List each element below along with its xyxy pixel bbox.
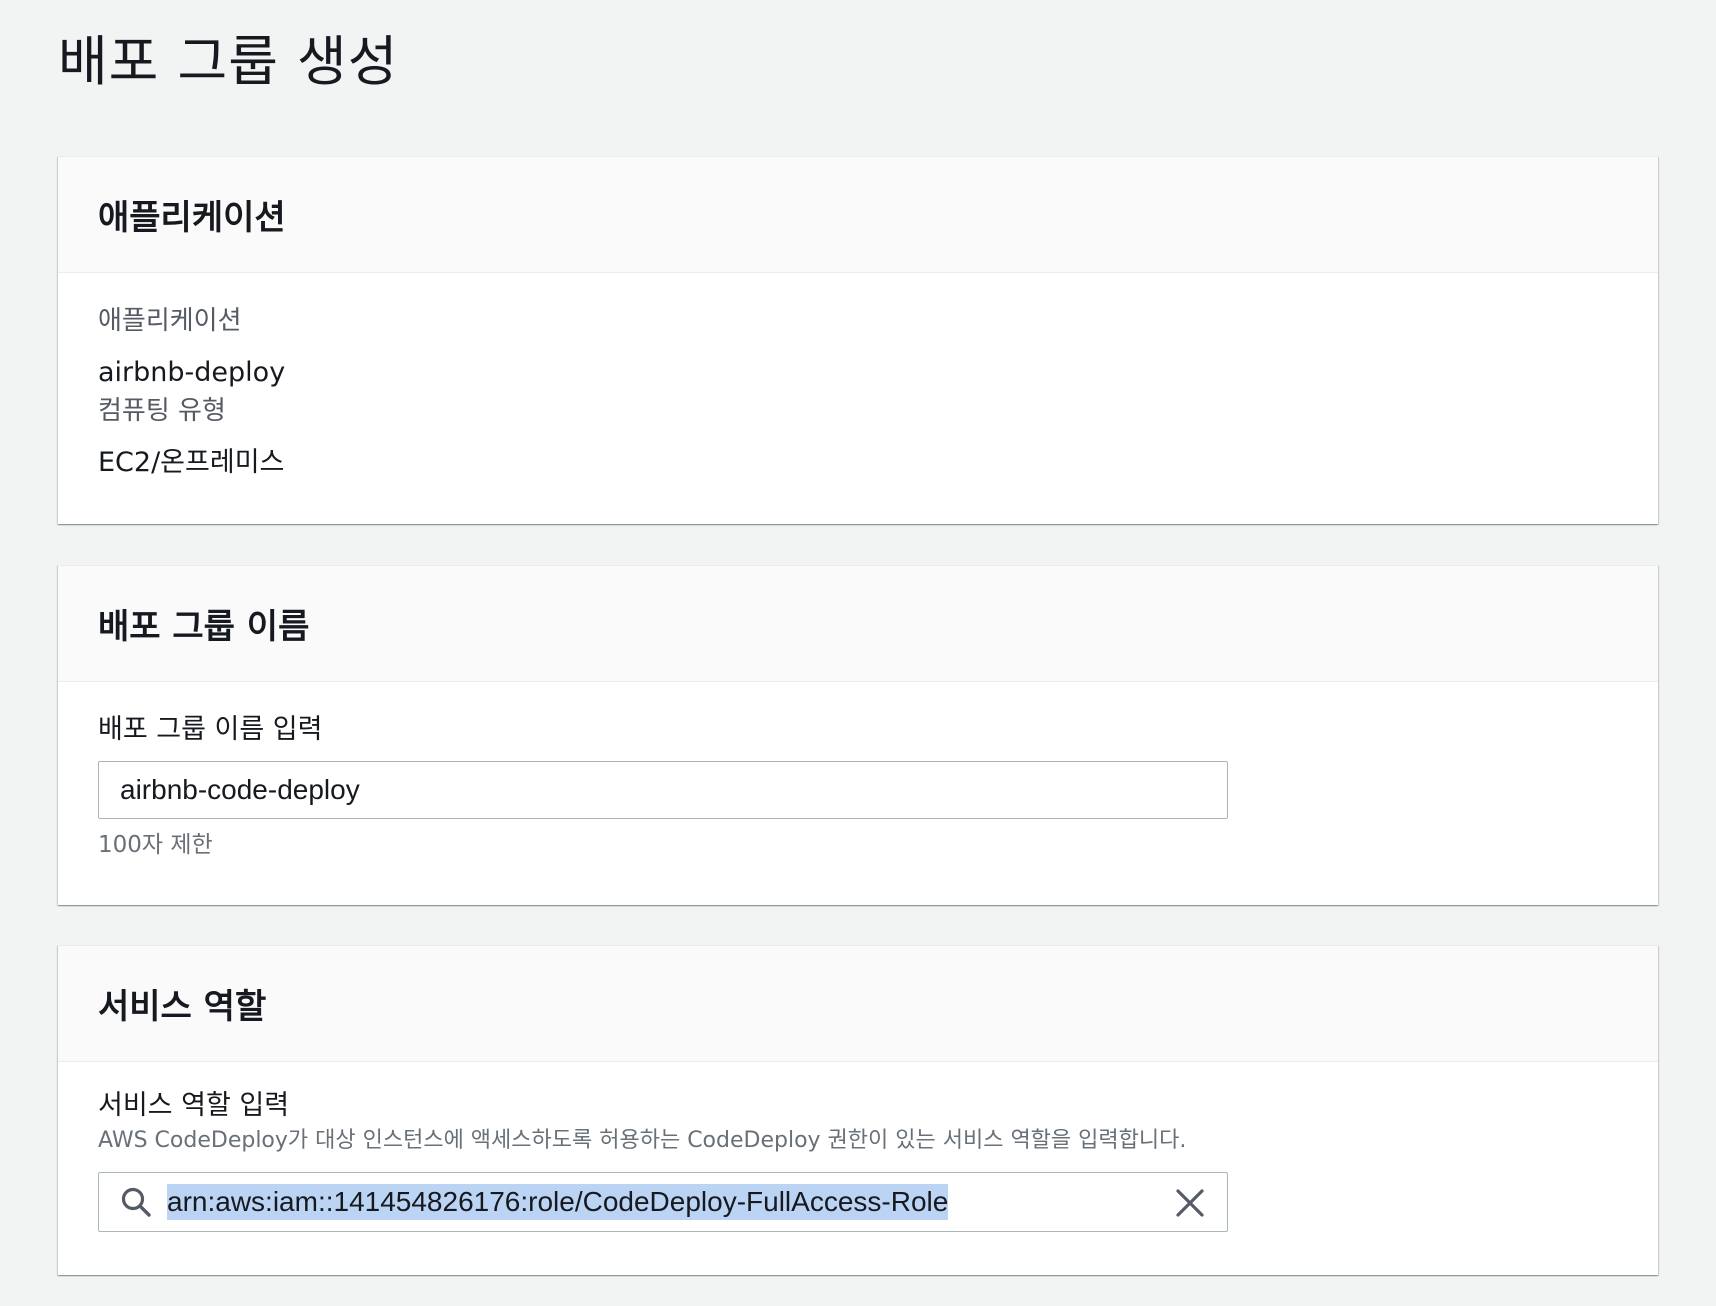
service-role-label: 서비스 역할 입력 [98,1090,290,1121]
page-title: 배포 그룹 생성 [58,30,399,93]
service-role-search-input[interactable]: arn:aws:iam::141454826176:role/CodeDeplo… [98,1172,1228,1232]
compute-type-value: EC2/온프레미스 [98,447,285,478]
deployment-group-name-label: 배포 그룹 이름 입력 [98,714,323,745]
compute-type-label: 컴퓨팅 유형 [98,396,226,426]
application-label: 애플리케이션 [98,306,242,336]
service-role-panel-title: 서비스 역할 [98,987,267,1027]
deployment-group-name-panel-title: 배포 그룹 이름 [98,607,310,647]
service-role-panel-header: 서비스 역할 [58,946,1658,1062]
application-panel: 애플리케이션 애플리케이션 airbnb-deploy 컴퓨팅 유형 EC2/온… [58,156,1658,524]
application-panel-title: 애플리케이션 [98,198,286,238]
close-icon[interactable] [1173,1186,1207,1220]
search-icon [119,1185,153,1219]
deployment-group-name-input-value: airbnb-code-deploy [120,774,360,805]
application-panel-header: 애플리케이션 [58,157,1658,273]
service-role-search-value: arn:aws:iam::141454826176:role/CodeDeplo… [167,1184,949,1220]
service-role-panel: 서비스 역할 서비스 역할 입력 AWS CodeDeploy가 대상 인스턴스… [58,945,1658,1275]
application-value: airbnb-deploy [98,357,286,388]
deployment-group-name-input[interactable]: airbnb-code-deploy [98,761,1228,819]
deployment-group-name-panel: 배포 그룹 이름 배포 그룹 이름 입력 airbnb-code-deploy … [58,565,1658,905]
deployment-group-name-panel-header: 배포 그룹 이름 [58,566,1658,682]
deployment-group-name-constraint: 100자 제한 [98,832,213,858]
service-role-description: AWS CodeDeploy가 대상 인스턴스에 액세스하도록 허용하는 Cod… [98,1128,1187,1153]
close-icon-svg [1176,1189,1204,1217]
search-icon-svg [121,1187,151,1217]
